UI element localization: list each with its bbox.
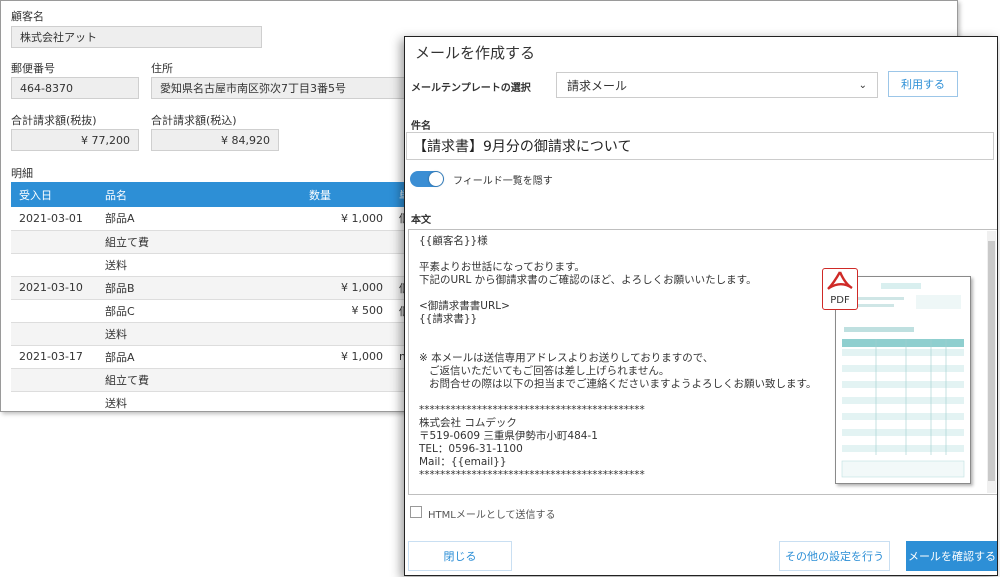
cell-item: 組立て費	[97, 230, 301, 254]
total-in-tax-field[interactable]: ¥ 84,920	[151, 129, 279, 151]
cell-item: 部品A	[97, 345, 301, 369]
cell-item: 組立て費	[97, 368, 301, 392]
field-list-toggle[interactable]	[410, 171, 444, 187]
detail-label: 明細	[11, 167, 33, 180]
subject-input[interactable]: 【請求書】9月分の御請求について	[406, 132, 994, 160]
template-select[interactable]: 請求メール ⌄	[556, 72, 878, 98]
body-textarea[interactable]: {{顧客名}}様 平素よりお世話になっております。 下記のURL から御請求書の…	[408, 229, 997, 495]
cell-item: 部品B	[97, 276, 301, 300]
total-in-tax-label: 合計請求額(税込)	[151, 114, 237, 127]
dialog-title: メールを作成する	[415, 44, 536, 62]
cell-item: 送料	[97, 253, 301, 277]
chevron-down-icon: ⌄	[858, 79, 867, 91]
customer-name-label: 顧客名	[11, 10, 44, 23]
body-label: 本文	[411, 215, 431, 226]
address-label: 住所	[151, 62, 173, 75]
cell-item: 部品A	[97, 207, 301, 231]
template-select-value: 請求メール	[567, 78, 628, 93]
cell-qty	[301, 322, 391, 346]
address-field[interactable]: 愛知県名古屋市南区弥次7丁目3番5号	[151, 77, 405, 99]
confirm-email-button[interactable]: メールを確認する	[906, 541, 997, 571]
cell-date: 2021-03-10	[11, 276, 97, 300]
acrobat-logo-icon	[827, 271, 853, 290]
body-scrollbar[interactable]	[987, 231, 996, 493]
html-mail-label: HTMLメールとして送信する	[428, 510, 556, 521]
total-ex-tax-label: 合計請求額(税抜)	[11, 114, 97, 127]
cell-qty	[301, 253, 391, 277]
cell-date	[11, 322, 97, 346]
column-header-qty: 数量	[301, 182, 391, 207]
cell-item: 送料	[97, 391, 301, 411]
body-text: {{顧客名}}様 平素よりお世話になっております。 下記のURL から御請求書の…	[419, 235, 817, 481]
total-ex-tax-field[interactable]: ¥ 77,200	[11, 129, 139, 151]
cell-date	[11, 391, 97, 411]
cell-qty: ¥ 500	[301, 299, 391, 323]
cell-date	[11, 299, 97, 323]
cell-qty	[301, 368, 391, 392]
subject-label: 件名	[411, 121, 431, 132]
cell-qty	[301, 230, 391, 254]
customer-name-field[interactable]: 株式会社アット	[11, 26, 262, 48]
zip-label: 郵便番号	[11, 62, 55, 75]
pdf-file-icon[interactable]: PDF	[822, 268, 858, 310]
cell-item: 部品C	[97, 299, 301, 323]
cell-item: 送料	[97, 322, 301, 346]
cell-qty: ¥ 1,000	[301, 345, 391, 369]
use-template-button[interactable]: 利用する	[888, 71, 958, 97]
cell-qty: ¥ 1,000	[301, 207, 391, 231]
column-header-date: 受入日	[11, 182, 97, 207]
close-button[interactable]: 閉じる	[408, 541, 512, 571]
column-header-item: 品名	[97, 182, 301, 207]
other-settings-button[interactable]: その他の設定を行う	[779, 541, 890, 571]
cell-date	[11, 368, 97, 392]
cell-date: 2021-03-17	[11, 345, 97, 369]
cell-qty: ¥ 1,000	[301, 276, 391, 300]
pdf-label: PDF	[830, 295, 850, 306]
cell-date	[11, 230, 97, 254]
scrollbar-thumb[interactable]	[988, 241, 995, 481]
template-select-label: メールテンプレートの選択	[411, 83, 531, 94]
cell-date	[11, 253, 97, 277]
toggle-label: フィールド一覧を隠す	[453, 176, 553, 187]
cell-date: 2021-03-01	[11, 207, 97, 231]
cell-qty	[301, 391, 391, 411]
toggle-knob	[429, 172, 443, 186]
zip-field[interactable]: 464-8370	[11, 77, 139, 99]
html-mail-checkbox[interactable]	[410, 506, 422, 518]
compose-email-dialog: メールを作成する メールテンプレートの選択 請求メール ⌄ 利用する 件名 【請…	[404, 36, 998, 576]
